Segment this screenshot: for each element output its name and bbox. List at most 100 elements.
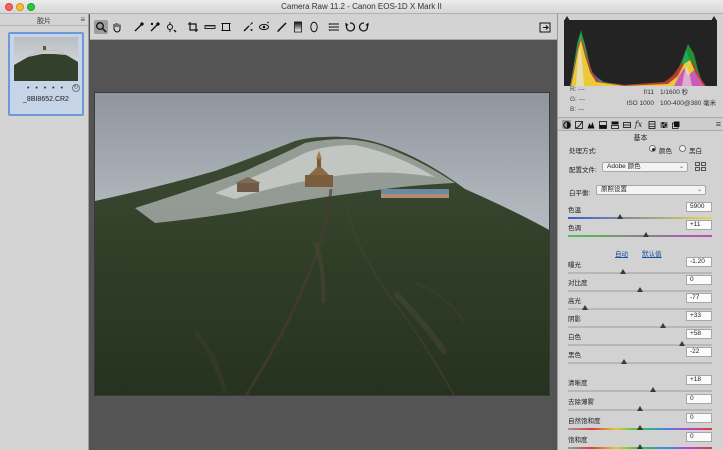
profile-label: 配置文件: bbox=[569, 167, 597, 174]
targeted-adjustment-tool-icon[interactable] bbox=[164, 20, 178, 34]
treatment-bw-label: 黑白 bbox=[689, 148, 702, 155]
detail-tab-icon[interactable] bbox=[586, 120, 595, 129]
hand-tool-icon[interactable] bbox=[110, 20, 124, 34]
thumbnail-card[interactable]: • • • • • ↻ _8BI8652.CR2 bbox=[8, 32, 84, 116]
rgb-readout: R: --- G: --- B: --- bbox=[570, 85, 585, 115]
tint-slider[interactable]: 色调 +11 bbox=[568, 220, 712, 242]
contrast-thumb[interactable] bbox=[637, 287, 643, 292]
profile-browser-icon[interactable] bbox=[695, 162, 706, 171]
blacks-track[interactable] bbox=[568, 362, 712, 364]
treatment-bw-radio[interactable] bbox=[679, 145, 686, 152]
chevron-down-icon: ⌄ bbox=[696, 187, 702, 193]
saturation-thumb[interactable] bbox=[637, 444, 643, 449]
readout-b: B: --- bbox=[570, 106, 585, 113]
readout-r: R: --- bbox=[570, 86, 585, 93]
white-balance-select[interactable]: 原照设置 ⌄ bbox=[596, 185, 706, 195]
effects-tab-icon[interactable]: fx bbox=[634, 120, 643, 129]
shadow-clipping-warning-icon[interactable] bbox=[564, 16, 570, 21]
preview-canvas[interactable] bbox=[90, 40, 557, 450]
rotate-left-icon[interactable] bbox=[343, 20, 357, 34]
readout-g: G: --- bbox=[570, 96, 586, 103]
presets-tab-icon[interactable] bbox=[659, 120, 668, 129]
saturation-value[interactable]: 0 bbox=[686, 432, 712, 442]
highlights-track[interactable] bbox=[568, 308, 712, 310]
filmstrip-menu-icon[interactable]: ≡ bbox=[80, 15, 85, 24]
white-balance-value: 原照设置 bbox=[601, 186, 627, 193]
window-title: Camera Raw 11.2 - Canon EOS-1D X Mark II bbox=[281, 2, 442, 11]
blacks-label: 黑色 bbox=[568, 352, 581, 359]
crop-tool-icon[interactable] bbox=[186, 20, 200, 34]
calibration-tab-icon[interactable] bbox=[647, 120, 656, 129]
thumbnail-image[interactable] bbox=[14, 37, 78, 81]
hsl-tab-icon[interactable] bbox=[598, 120, 607, 129]
clarity-value[interactable]: +18 bbox=[686, 375, 712, 385]
basic-tab-icon[interactable] bbox=[562, 120, 571, 129]
profile-select[interactable]: Adobe 颜色 ⌄ bbox=[602, 162, 688, 172]
treatment-color-radio[interactable] bbox=[649, 145, 656, 152]
transform-tool-icon[interactable] bbox=[219, 20, 233, 34]
highlight-clipping-warning-icon[interactable] bbox=[711, 16, 717, 21]
temperature-track[interactable] bbox=[568, 217, 712, 219]
rotate-right-icon[interactable] bbox=[357, 20, 371, 34]
temperature-value[interactable]: 5900 bbox=[686, 202, 712, 212]
vibrance-thumb[interactable] bbox=[637, 425, 643, 430]
saturation-label: 饱和度 bbox=[568, 437, 588, 444]
whites-track[interactable] bbox=[568, 344, 712, 346]
blacks-thumb[interactable] bbox=[621, 359, 628, 364]
vibrance-value[interactable]: 0 bbox=[686, 413, 712, 423]
shadows-value[interactable]: +33 bbox=[686, 311, 712, 321]
title-bar: Camera Raw 11.2 - Canon EOS-1D X Mark II bbox=[0, 0, 723, 14]
highlights-value[interactable]: -77 bbox=[686, 293, 712, 303]
adjustment-brush-tool-icon[interactable] bbox=[275, 20, 289, 34]
preferences-icon[interactable] bbox=[327, 20, 341, 34]
saturation-slider[interactable]: 饱和度 0 bbox=[568, 432, 712, 450]
blacks-slider[interactable]: 黑色 -22 bbox=[568, 347, 712, 369]
red-eye-tool-icon[interactable] bbox=[257, 20, 271, 34]
whites-value[interactable]: +58 bbox=[686, 329, 712, 339]
graduated-filter-tool-icon[interactable] bbox=[291, 20, 305, 34]
straighten-tool-icon[interactable] bbox=[203, 20, 217, 34]
shadows-label: 阴影 bbox=[568, 316, 581, 323]
zoom-tool-icon[interactable] bbox=[94, 20, 108, 34]
shadows-track[interactable] bbox=[568, 326, 712, 328]
chevron-down-icon: ⌄ bbox=[678, 164, 684, 170]
photo-preview[interactable] bbox=[94, 92, 550, 396]
auto-button[interactable]: 自动 bbox=[615, 248, 628, 258]
snapshots-tab-icon[interactable] bbox=[671, 120, 680, 129]
section-title: 基本 bbox=[633, 135, 648, 142]
whites-thumb[interactable] bbox=[678, 341, 685, 346]
clarity-thumb[interactable] bbox=[649, 387, 656, 392]
radial-filter-tool-icon[interactable] bbox=[307, 20, 321, 34]
dehaze-value[interactable]: 0 bbox=[686, 394, 712, 404]
exif-iso: ISO 1000 bbox=[626, 100, 654, 107]
blacks-value[interactable]: -22 bbox=[686, 347, 712, 357]
exposure-thumb[interactable] bbox=[619, 269, 626, 274]
tint-label: 色调 bbox=[568, 225, 581, 232]
default-button[interactable]: 默认值 bbox=[642, 248, 662, 258]
sync-icon: ↻ bbox=[72, 84, 80, 92]
tint-value[interactable]: +11 bbox=[686, 220, 712, 230]
shadows-thumb[interactable] bbox=[660, 323, 667, 328]
exposure-track[interactable] bbox=[568, 272, 712, 274]
open-in-photoshop-icon[interactable] bbox=[538, 20, 552, 34]
split-toning-tab-icon[interactable] bbox=[610, 120, 619, 129]
highlights-thumb[interactable] bbox=[582, 305, 589, 310]
filmstrip-header: 胶片 ≡ bbox=[0, 14, 88, 26]
panel-tabs: fx ≡ bbox=[558, 117, 723, 131]
tone-curve-tab-icon[interactable] bbox=[574, 120, 583, 129]
panel-menu-icon[interactable]: ≡ bbox=[716, 119, 721, 129]
exposure-value[interactable]: -1.20 bbox=[686, 257, 712, 267]
contrast-value[interactable]: 0 bbox=[686, 275, 712, 285]
toolbar bbox=[90, 14, 557, 40]
spot-removal-tool-icon[interactable] bbox=[241, 20, 255, 34]
dehaze-thumb[interactable] bbox=[637, 406, 643, 411]
lens-corrections-tab-icon[interactable] bbox=[622, 120, 631, 129]
color-sampler-tool-icon[interactable] bbox=[148, 20, 162, 34]
temperature-thumb[interactable] bbox=[616, 214, 623, 219]
tint-thumb[interactable] bbox=[642, 232, 649, 237]
treatment-color-label: 颜色 bbox=[659, 148, 672, 155]
clarity-track[interactable] bbox=[568, 390, 712, 392]
white-balance-tool-icon[interactable] bbox=[132, 20, 146, 34]
dehaze-label: 去除薄雾 bbox=[568, 399, 594, 406]
tint-track[interactable] bbox=[568, 235, 712, 237]
